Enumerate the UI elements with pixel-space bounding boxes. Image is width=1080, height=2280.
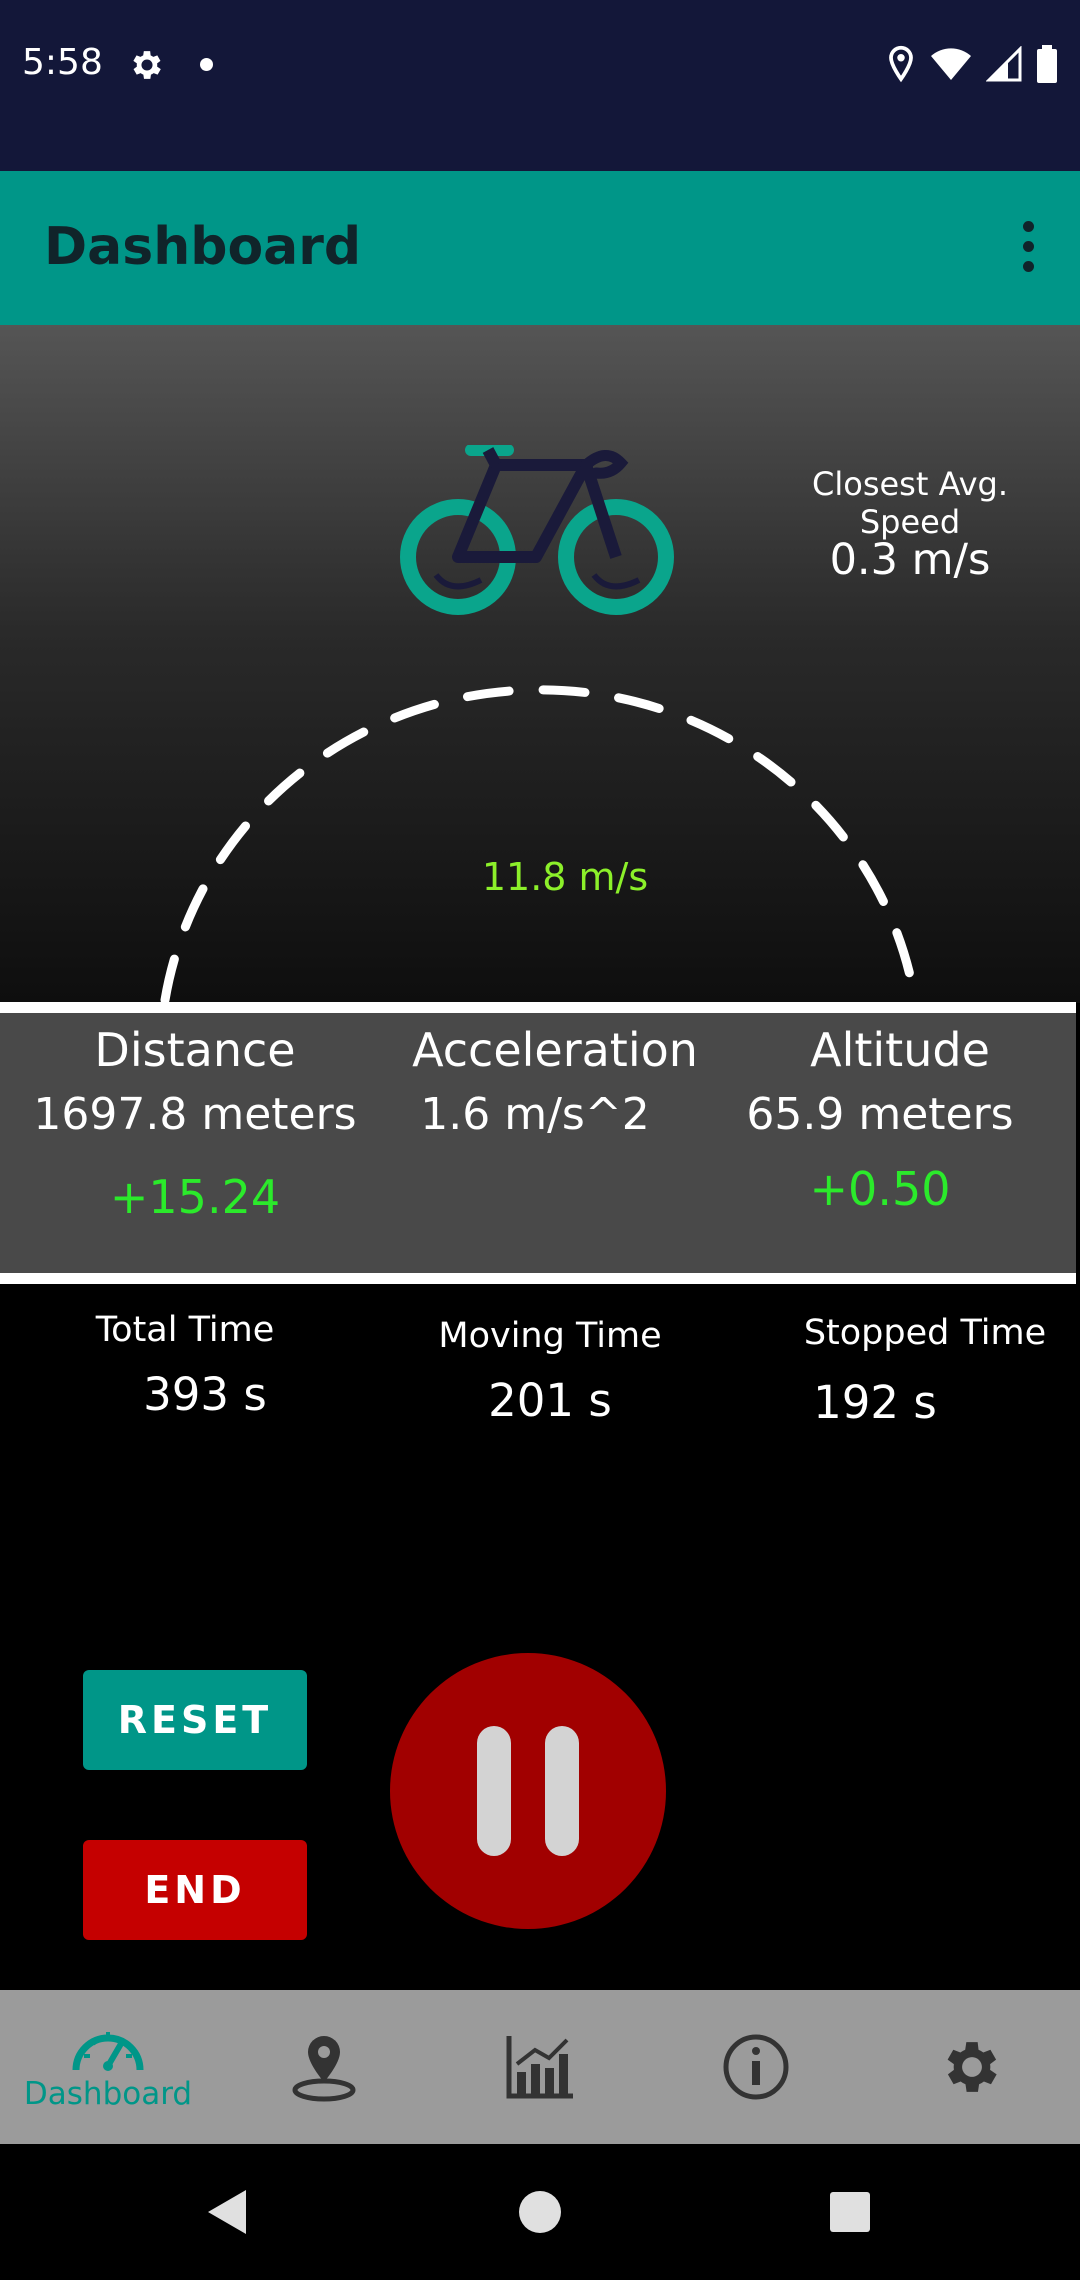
nav-item-info[interactable] [648,1990,864,2144]
cell-signal-icon [986,46,1022,82]
stats-panel: Distance 1697.8 meters +15.24 Accelerati… [0,1013,1076,1273]
acceleration-label: Acceleration [412,1023,698,1077]
current-speed-value: 11.8 m/s [481,855,649,899]
status-icons [886,44,1058,84]
divider-top [0,1002,1076,1013]
info-icon [723,2034,789,2100]
distance-value: 1697.8 meters [33,1089,357,1140]
app-bar: Dashboard [0,171,1080,325]
pause-icon [545,1726,579,1856]
moving-time-label: Moving Time [438,1316,662,1356]
closest-avg-speed-value: 0.3 m/s [829,535,991,585]
nav-item-stats[interactable] [432,1990,648,2144]
reset-button[interactable]: RESET [83,1670,307,1770]
stopped-time-label: Stopped Time [803,1313,1047,1353]
closest-avg-speed-label: Closest Avg. Speed [812,465,1008,541]
system-navigation-bar [0,2144,1080,2280]
bicycle-icon [400,445,674,615]
distance-delta: +15.24 [109,1170,281,1224]
speedometer-icon [72,2032,144,2071]
pause-button[interactable] [390,1653,666,1929]
location-icon [889,45,913,83]
status-bar: 5:58 [0,0,1080,171]
wifi-icon [931,48,971,80]
battery-icon [1037,45,1057,83]
end-button[interactable]: END [83,1840,307,1940]
chart-icon [506,2036,573,2099]
total-time-label: Total Time [95,1310,275,1350]
overflow-dot-icon [1022,240,1034,252]
settings-notification-icon [133,51,161,79]
recents-icon[interactable] [822,2184,878,2240]
nav-item-settings[interactable] [864,1990,1080,2144]
altitude-delta: +0.50 [809,1162,951,1216]
acceleration-stat: Acceleration 1.6 m/s^2 [390,1023,720,1140]
distance-label: Distance [94,1023,296,1077]
bottom-navigation: Dashboard [0,1990,1080,2144]
nav-item-dashboard[interactable]: Dashboard [0,1990,216,2144]
pause-icon [477,1726,511,1856]
status-time: 5:58 [22,42,103,83]
overflow-dot-icon [1022,260,1034,272]
stopped-time-value: 192 s [813,1376,937,1429]
total-time-value: 393 s [143,1368,267,1421]
altitude-value: 65.9 meters [746,1089,1014,1140]
divider-bottom [0,1273,1076,1284]
notification-dot-icon [200,58,213,71]
altitude-label: Altitude [810,1023,990,1077]
altitude-stat: Altitude 65.9 meters +0.50 [740,1023,1060,1216]
overflow-menu-button[interactable] [998,211,1058,281]
gear-icon [947,2042,997,2092]
page-title: Dashboard [44,217,362,277]
nav-label-dashboard: Dashboard [23,2076,193,2112]
speed-panel: Closest Avg. Speed 0.3 m/s 11.8 m/s [0,325,1080,1003]
speed-gauge-arc [160,685,920,1003]
nav-item-map[interactable] [216,1990,432,2144]
distance-stat: Distance 1697.8 meters +15.24 [30,1023,360,1224]
acceleration-value: 1.6 m/s^2 [420,1089,650,1140]
map-pin-icon [292,2036,356,2102]
back-icon[interactable] [200,2184,256,2240]
home-icon[interactable] [512,2184,568,2240]
overflow-dot-icon [1022,220,1034,232]
moving-time-value: 201 s [488,1374,612,1427]
